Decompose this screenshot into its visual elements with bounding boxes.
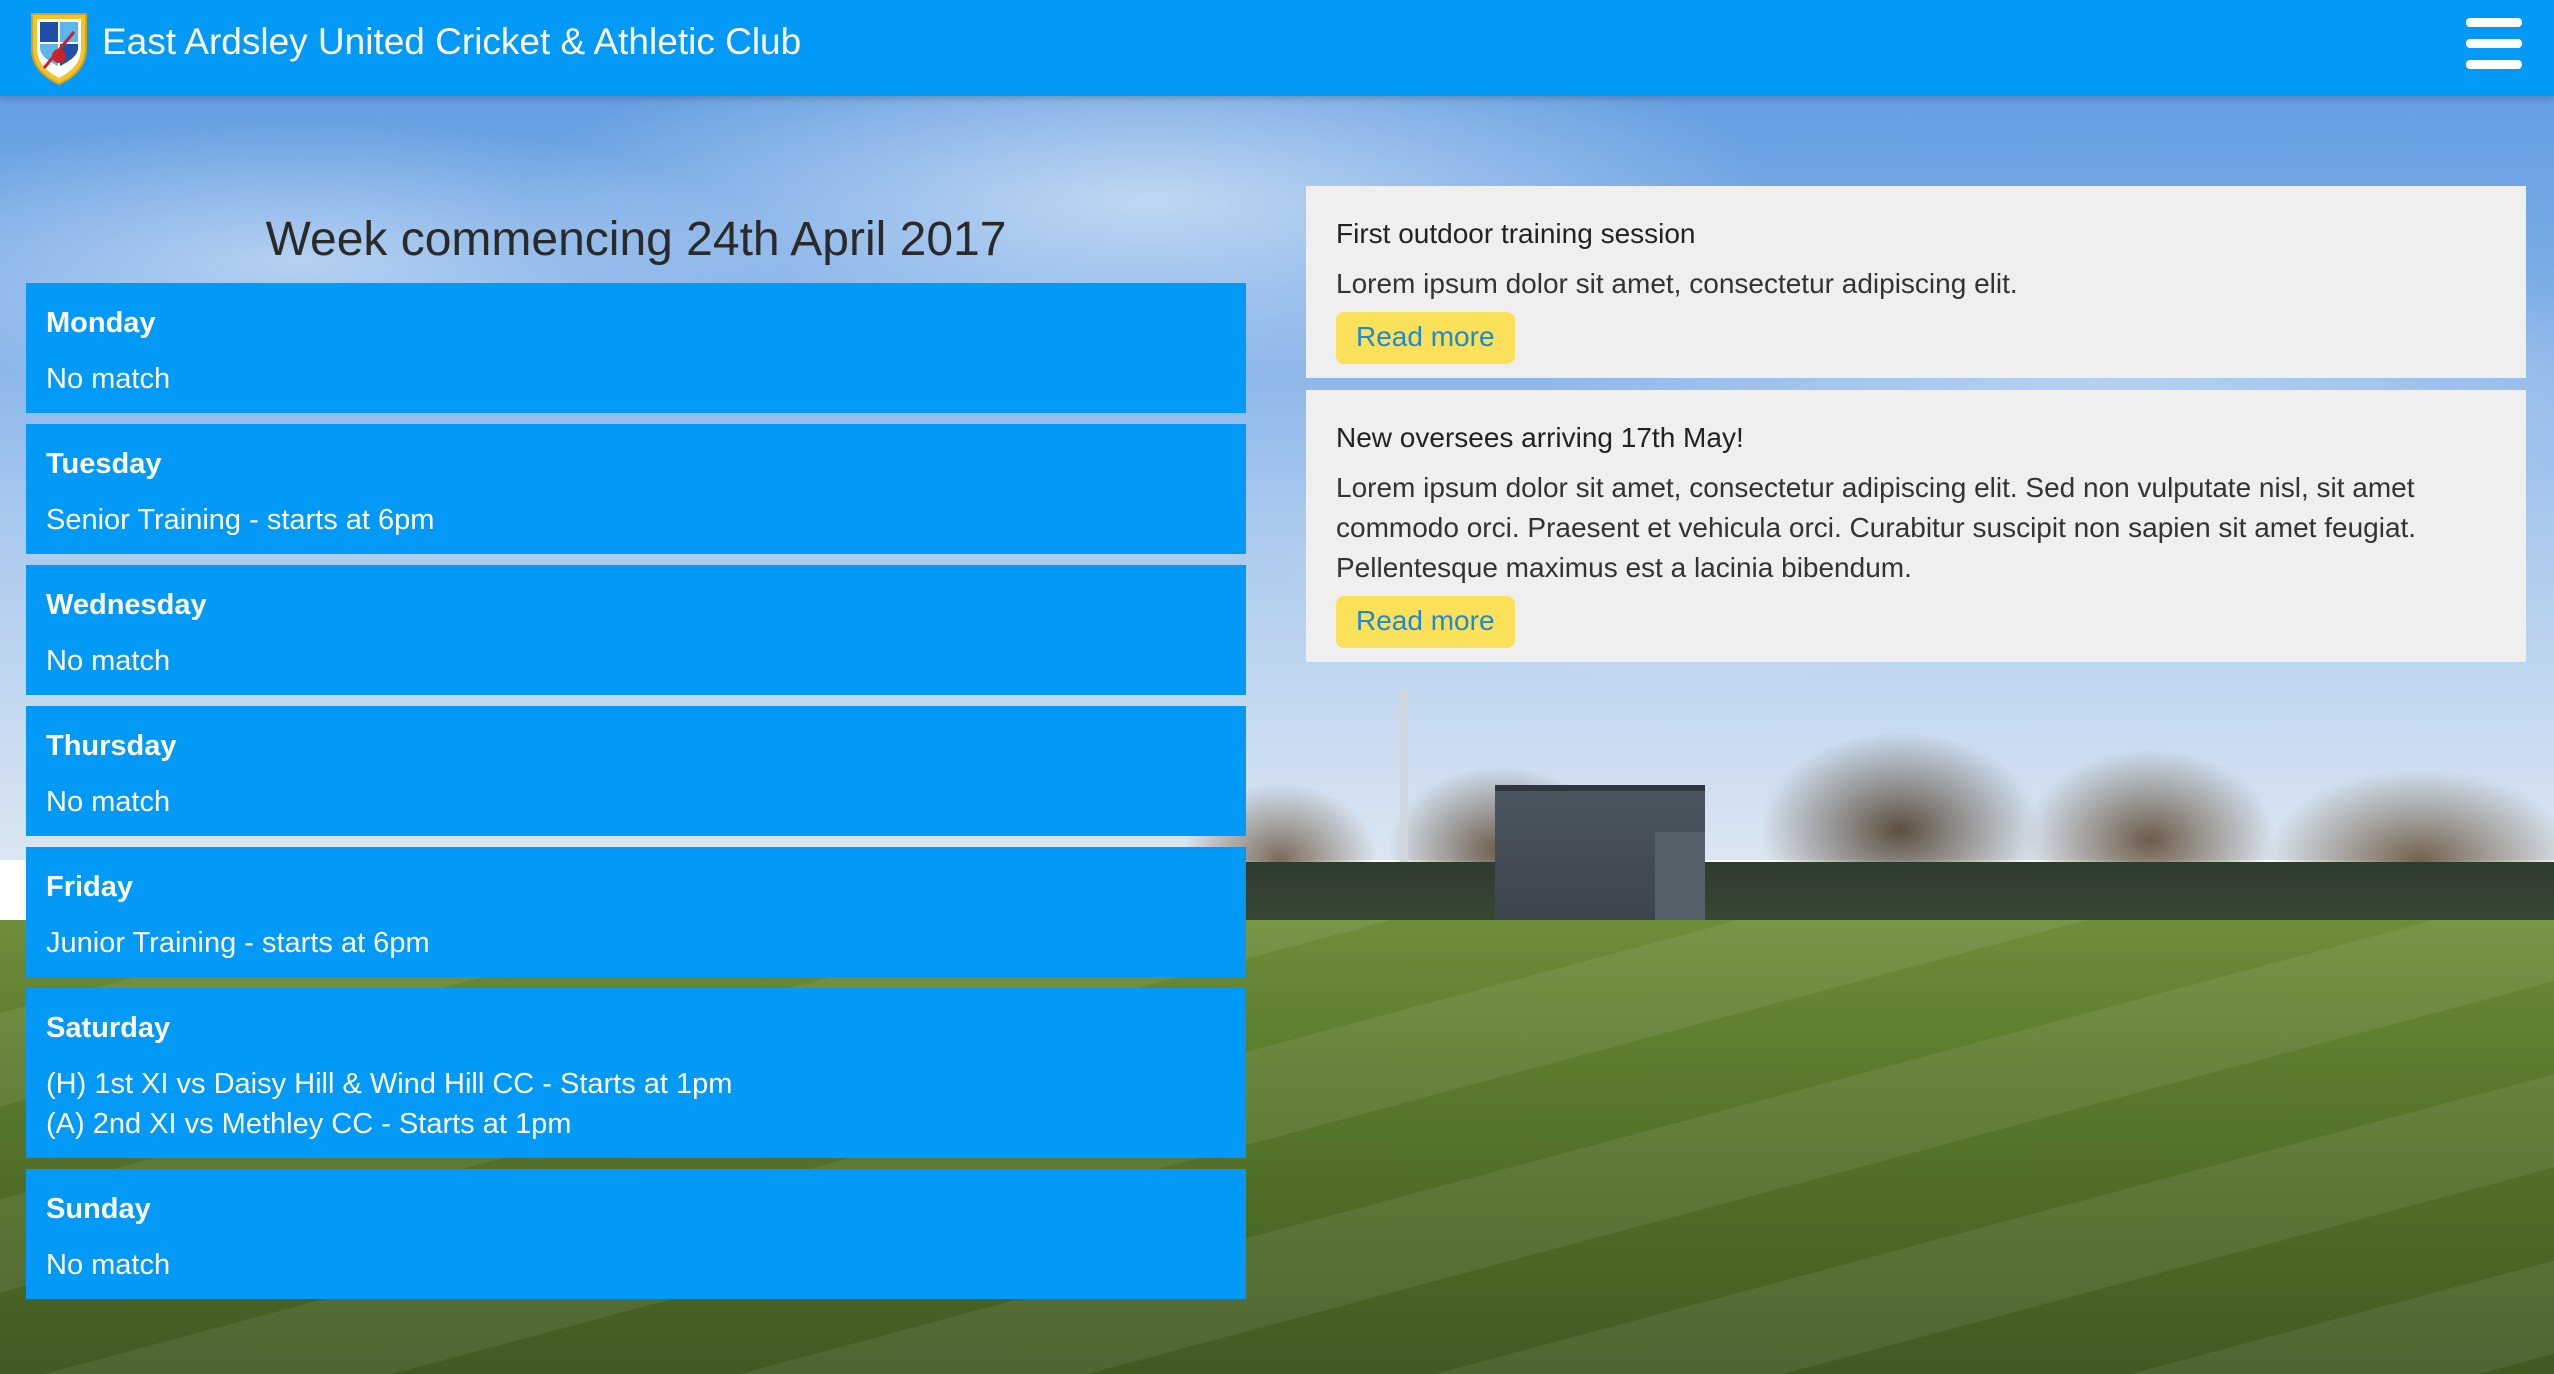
background-pylon	[1400, 690, 1408, 880]
menu-bar-bottom	[2466, 60, 2522, 69]
news-items: First outdoor training session Lorem ipsu…	[1306, 186, 2526, 662]
day-event: No match	[46, 363, 171, 395]
day-event: No match	[46, 645, 171, 677]
day-event: Junior Training - starts at 6pm	[46, 927, 430, 959]
day-event: (H) 1st XI vs Daisy Hill & Wind Hill CC …	[46, 1068, 733, 1100]
day-name: Thursday	[46, 730, 177, 762]
news-card: New oversees arriving 17th May! Lorem ips…	[1306, 390, 2526, 662]
day-name: Saturday	[46, 1012, 171, 1044]
read-more-button[interactable]: Read more	[1336, 312, 1515, 364]
day-events: No match	[46, 359, 1226, 399]
site-title[interactable]: East Ardsley United Cricket & Athletic C…	[102, 20, 801, 64]
news-title: New oversees arriving 17th May!	[1336, 422, 1744, 453]
day-events: Senior Training - starts at 6pm	[46, 500, 1226, 540]
day-event: No match	[46, 786, 171, 818]
day-card-monday: Monday No match	[26, 283, 1246, 413]
read-more-button[interactable]: Read more	[1336, 596, 1515, 648]
day-name: Tuesday	[46, 448, 162, 480]
day-events: Junior Training - starts at 6pm	[46, 923, 1226, 963]
day-event: Senior Training - starts at 6pm	[46, 504, 435, 536]
day-card-saturday: Saturday (H) 1st XI vs Daisy Hill & Wind …	[26, 988, 1246, 1158]
days-list: Monday No match Tuesday Senior Training - s…	[26, 283, 1246, 1299]
day-events: (H) 1st XI vs Daisy Hill & Wind Hill CC …	[46, 1064, 1226, 1144]
news-card: First outdoor training session Lorem ipsu…	[1306, 186, 2526, 378]
week-title: Week commencing 24th April 2017	[265, 213, 1007, 266]
day-event: (A) 2nd XI vs Methley CC - Starts at 1pm	[46, 1108, 572, 1140]
club-crest-icon[interactable]	[28, 8, 90, 86]
day-event: No match	[46, 1249, 171, 1281]
day-card-wednesday: Wednesday No match	[26, 565, 1246, 695]
news-body: Lorem ipsum dolor sit amet, consectetur …	[1336, 268, 2018, 299]
menu-bar-top	[2466, 18, 2522, 27]
day-name: Wednesday	[46, 589, 207, 621]
day-name: Friday	[46, 871, 134, 903]
news-title: First outdoor training session	[1336, 218, 1696, 249]
news-list: First outdoor training session Lorem ipsu…	[1306, 186, 2526, 674]
day-card-sunday: Sunday No match	[26, 1169, 1246, 1299]
weekly-schedule: Week commencing 24th April 2017 Monday No…	[26, 205, 1246, 1310]
menu-bar-middle	[2466, 39, 2522, 48]
day-events: No match	[46, 641, 1226, 681]
news-body: Lorem ipsum dolor sit amet, consectetur …	[1336, 472, 2417, 583]
day-card-thursday: Thursday No match	[26, 706, 1246, 836]
day-card-tuesday: Tuesday Senior Training - starts at 6pm	[26, 424, 1246, 554]
hamburger-menu-icon[interactable]	[2462, 14, 2526, 74]
day-events: No match	[46, 1245, 1226, 1285]
site-header: East Ardsley United Cricket & Athletic C…	[0, 0, 2554, 96]
day-events: No match	[46, 782, 1226, 822]
day-name: Sunday	[46, 1193, 151, 1225]
day-card-friday: Friday Junior Training - starts at 6pm	[26, 847, 1246, 977]
day-name: Monday	[46, 307, 156, 339]
